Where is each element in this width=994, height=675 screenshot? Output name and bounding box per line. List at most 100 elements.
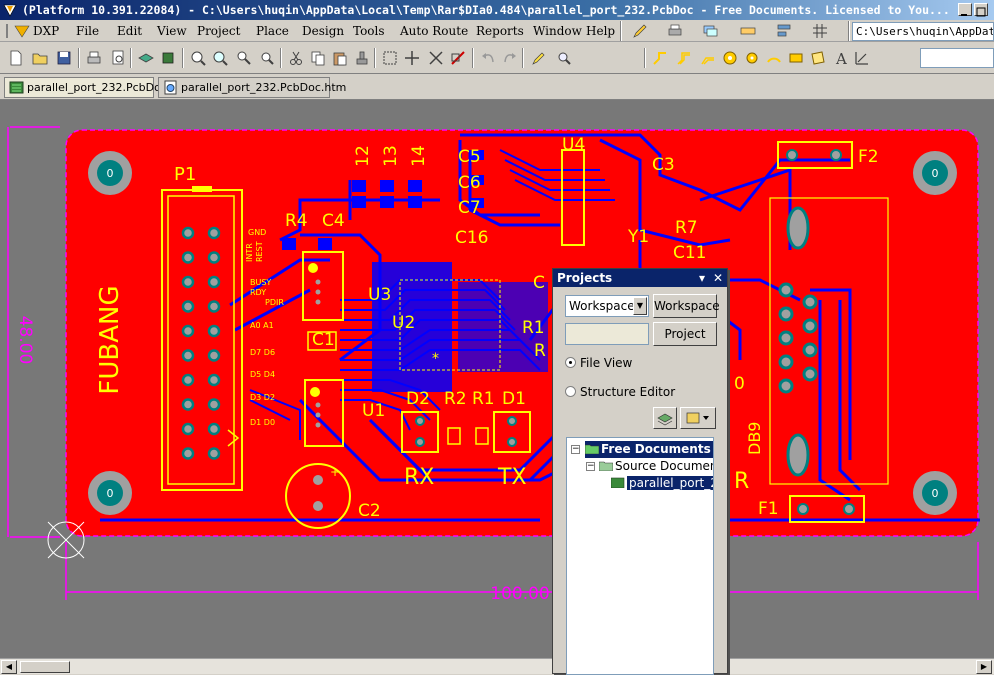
svg-text:U4: U4 [562,135,585,155]
highlight-icon[interactable] [530,50,546,66]
align-icon[interactable] [776,23,792,39]
chip-icon[interactable] [160,50,176,66]
altium-app-icon[interactable] [2,2,18,18]
menu-file[interactable]: File [76,23,99,39]
collapse-toggle[interactable]: − [586,462,595,471]
place-arc-icon[interactable] [766,50,782,66]
project-tree[interactable]: − Free Documents − Source Documents para… [566,437,714,675]
header-pad [181,373,195,387]
save-icon[interactable] [56,50,72,66]
menu-help[interactable]: Help [586,23,615,39]
close-icon[interactable]: ✕ [711,269,725,287]
tree-node-free-documents[interactable]: Free Documents [585,441,713,458]
minimize-button[interactable] [958,3,972,16]
svg-text:13: 13 [381,145,401,167]
place-via-icon[interactable] [744,50,760,66]
db9-pad [778,378,794,394]
document-options-button[interactable] [680,407,716,429]
scroll-left-button[interactable]: ◀ [1,660,17,674]
header-pad [207,447,221,460]
pin-icon[interactable]: ▾ [695,269,709,287]
route-diff-pair-icon[interactable] [676,50,692,66]
svg-text:A: A [835,50,847,66]
tree-node-pcbdoc[interactable]: parallel_port_232.PcbDoc [611,475,713,492]
new-document-icon[interactable] [8,50,24,66]
print-icon[interactable] [86,50,102,66]
move-icon[interactable] [404,50,420,66]
workspace-icon-button[interactable] [653,407,677,429]
pencil-icon[interactable] [632,23,648,39]
route-multiple-icon[interactable] [700,50,716,66]
tab-htm-report[interactable]: parallel_port_232.PcbDoc.htm [158,77,346,98]
paste-icon[interactable] [332,50,348,66]
copy-icon[interactable] [310,50,326,66]
board-3d-icon[interactable] [138,50,154,66]
deselect-icon[interactable] [428,50,444,66]
workspace-select[interactable]: Workspace1 ▼ [565,295,649,317]
horizontal-scrollbar[interactable]: ◀ ▶ [0,658,994,674]
menu-design[interactable]: Design [302,23,344,39]
zoom-area-icon[interactable] [212,50,228,66]
menu-reports[interactable]: Reports [476,23,524,39]
place-polygon-icon[interactable] [810,50,826,66]
clear-filter-icon[interactable] [450,50,466,66]
printer-icon[interactable] [667,23,683,39]
select-area-icon[interactable] [382,50,398,66]
c2-pad-minus [313,501,323,511]
radio-file-view[interactable]: File View [565,355,632,371]
grid-icon[interactable] [812,23,828,39]
db9-pad [778,282,794,298]
projects-panel-header[interactable]: Projects ▾ ✕ [553,269,727,287]
zoom-filter-icon[interactable] [258,50,274,66]
zoom-selected-icon[interactable] [236,50,252,66]
collapse-toggle[interactable]: − [571,445,580,454]
zoom-fit-icon[interactable] [190,50,206,66]
menu-auto-route[interactable]: Auto Route [400,23,468,39]
rubber-stamp-icon[interactable] [354,50,370,66]
redo-icon[interactable] [502,50,518,66]
tree-node-source-documents[interactable]: Source Documents [599,458,713,475]
place-coordinate-icon[interactable] [854,50,870,66]
svg-text:0: 0 [734,374,745,394]
dimension-horizontal-label: 100.00 [490,584,549,604]
scroll-thumb[interactable] [20,661,70,673]
browse-icon[interactable] [556,50,572,66]
brand-label: FUBANG [95,285,125,394]
radio-selected-icon [565,357,576,368]
pcb-board-view[interactable]: 48.00 100.00 0 0 0 0 P1 FUBANG GND INTR … [0,100,994,658]
place-pad-icon[interactable] [722,50,738,66]
menu-place[interactable]: Place [256,23,289,39]
svg-text:R1: R1 [472,389,495,409]
chevron-down-icon[interactable]: ▼ [633,297,647,315]
menu-view[interactable]: View [157,23,187,39]
document-path-field[interactable]: C:\Users\huqin\AppData\ [852,22,994,41]
menu-project[interactable]: Project [197,23,240,39]
menu-tools[interactable]: Tools [353,23,385,39]
cut-icon[interactable] [288,50,304,66]
open-folder-icon[interactable] [32,50,48,66]
menu-edit[interactable]: Edit [117,23,142,39]
pcb-canvas[interactable]: 48.00 100.00 0 0 0 0 P1 FUBANG GND INTR … [0,100,994,658]
svg-text:U2: U2 [392,313,415,333]
project-select[interactable] [565,323,649,345]
maximize-button[interactable] [974,3,988,17]
path-input[interactable] [920,48,994,68]
workspace-button[interactable]: Workspace [653,294,720,318]
layers-icon[interactable] [702,23,718,39]
route-interactive-icon[interactable] [652,50,668,66]
menu-window[interactable]: Window [533,23,582,39]
db9-mount-top [786,206,810,250]
folder-dropdown-icon [686,412,709,424]
place-fill-icon[interactable] [788,50,804,66]
place-string-icon[interactable]: A [834,50,850,66]
tab-pcbdoc[interactable]: parallel_port_232.PcbDoc [4,77,167,98]
print-preview-icon[interactable] [110,50,126,66]
html-document-icon [164,80,177,95]
radio-structure-editor[interactable]: Structure Editor [565,384,675,400]
project-button[interactable]: Project [653,322,717,346]
menu-dxp[interactable]: DXP [33,23,59,39]
undo-icon[interactable] [480,50,496,66]
scroll-right-button[interactable]: ▶ [976,660,992,674]
svg-text:C2: C2 [358,501,381,521]
ruler-icon[interactable] [740,23,756,39]
